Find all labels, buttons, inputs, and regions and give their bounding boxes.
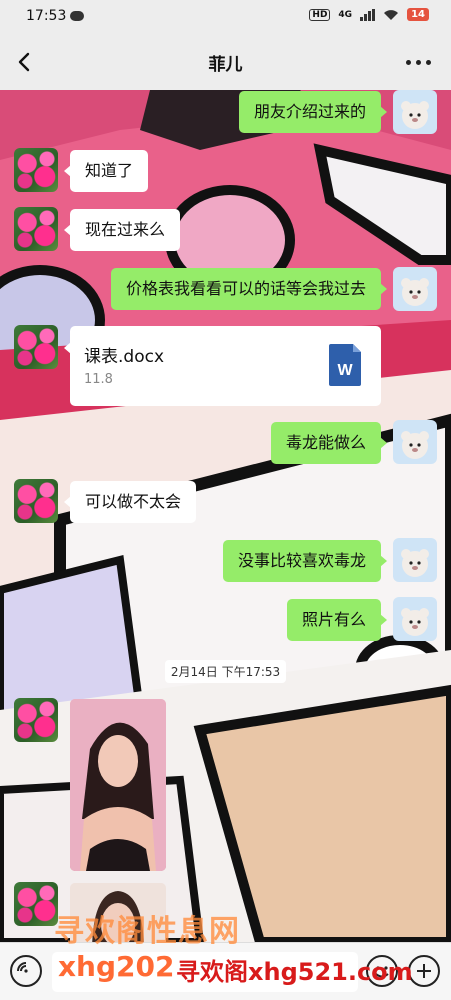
avatar[interactable] <box>14 148 58 192</box>
photo-thumbnail <box>70 883 166 942</box>
file-size: 11.8 <box>84 372 113 387</box>
avatar[interactable] <box>14 698 58 742</box>
avatar[interactable] <box>393 420 437 464</box>
wechat-notification-icon <box>70 11 84 21</box>
message-input[interactable] <box>52 952 358 992</box>
plus-icon[interactable] <box>408 955 440 987</box>
avatar[interactable] <box>393 538 437 582</box>
word-doc-letter: W <box>337 362 353 379</box>
signal-icon <box>360 8 376 21</box>
battery-icon: 14 <box>407 8 429 21</box>
status-time: 17:53 <box>26 8 67 24</box>
avatar[interactable] <box>14 325 58 369</box>
wifi-icon <box>384 9 399 20</box>
chat-header: 菲儿 <box>0 34 451 90</box>
hd-badge: HD <box>309 8 331 21</box>
photo-thumbnail <box>70 699 166 871</box>
avatar[interactable] <box>393 267 437 311</box>
chat-background-image <box>0 90 451 942</box>
voice-icon[interactable] <box>10 955 42 987</box>
avatar[interactable] <box>393 597 437 641</box>
message-bubble[interactable]: 可以做不太会 <box>63 481 197 523</box>
message-bubble[interactable]: 照片有么 <box>286 599 388 641</box>
chat-title: 菲儿 <box>208 55 243 75</box>
status-bar: 17:53 HD 4G 14 <box>0 0 451 34</box>
message-timestamp: 2月14日 下午17:53 <box>0 660 451 683</box>
chat-area[interactable]: 朋友介绍过来的 知道了 现在过来么 价格表我看看可以的话等会我过去 课表.doc… <box>0 90 451 942</box>
avatar[interactable] <box>393 90 437 134</box>
file-name: 课表.docx <box>84 347 165 367</box>
message-bubble[interactable]: 没事比较喜欢毒龙 <box>222 540 388 582</box>
image-message[interactable] <box>70 699 166 871</box>
timestamp-text: 2月14日 下午17:53 <box>164 660 287 683</box>
message-bubble[interactable]: 毒龙能做么 <box>270 422 388 464</box>
word-doc-icon: W <box>329 344 361 386</box>
avatar[interactable] <box>14 207 58 251</box>
more-dots-icon[interactable] <box>406 60 431 65</box>
message-bubble[interactable]: 朋友介绍过来的 <box>238 91 388 133</box>
image-message[interactable] <box>70 883 166 942</box>
file-message-card[interactable]: 课表.docx 11.8 W <box>64 326 381 406</box>
input-bar <box>0 942 451 1000</box>
network-type: 4G <box>338 9 353 20</box>
message-bubble[interactable]: 价格表我看看可以的话等会我过去 <box>110 268 388 310</box>
avatar[interactable] <box>14 479 58 523</box>
status-indicators: HD 4G 14 <box>309 8 429 21</box>
message-bubble[interactable]: 知道了 <box>63 150 149 192</box>
emoji-icon[interactable] <box>366 955 398 987</box>
avatar[interactable] <box>14 882 58 926</box>
message-bubble[interactable]: 现在过来么 <box>63 209 181 251</box>
